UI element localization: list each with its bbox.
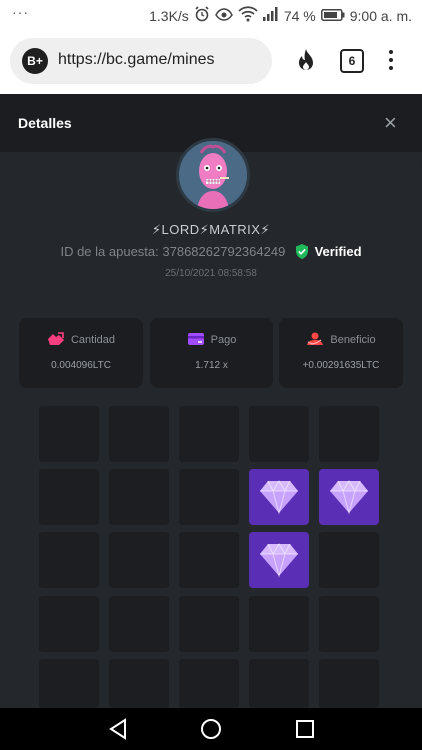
address-bar[interactable]: B+ https://bc.game/mines: [10, 38, 272, 84]
mine-tile: [109, 532, 169, 588]
gem-icon: [260, 543, 298, 578]
mine-tile: [179, 532, 239, 588]
stat-card-cantidad: Cantidad 0.004096LTC: [19, 318, 143, 388]
mine-tile: [39, 469, 99, 525]
avatar: [176, 138, 250, 212]
stat-value: +0.00291635LTC: [302, 360, 380, 371]
bet-datetime: 25/10/2021 08:58:58: [165, 268, 257, 279]
mine-tile: [179, 596, 239, 652]
verified-shield-icon: [295, 244, 309, 262]
gem-icon: [260, 480, 298, 515]
stat-card-pago: Pago 1.712 x: [150, 318, 273, 388]
mine-tile: [109, 406, 169, 462]
stat-head-beneficio: Beneficio: [279, 332, 403, 346]
notification-dots: ···: [12, 4, 29, 20]
gem-tile: [319, 469, 379, 525]
mine-tile: [319, 596, 379, 652]
status-bar: ··· 1.3K/s 74 % 9:00 a. m.: [0, 0, 422, 30]
stat-label: Cantidad: [70, 334, 116, 346]
more-menu-icon[interactable]: [388, 50, 394, 74]
mine-tile: [179, 469, 239, 525]
profit-icon: [307, 332, 324, 345]
signal-icon: [262, 7, 279, 24]
gem-icon: [330, 480, 368, 515]
mine-tile: [109, 659, 169, 708]
status-icons: 1.3K/s 74 % 9:00 a. m.: [149, 6, 412, 25]
mine-tile: [179, 659, 239, 708]
gem-tile: [249, 532, 309, 588]
mine-tile: [39, 659, 99, 708]
eye-icon: [214, 7, 233, 24]
alarm-icon: [194, 6, 210, 25]
site-logo-icon: B+: [22, 48, 48, 74]
stat-head-pago: Pago: [150, 332, 273, 346]
tab-count-button[interactable]: 6: [340, 49, 364, 73]
mine-tile: [319, 532, 379, 588]
android-nav-bar: [0, 708, 422, 750]
stat-value: 1.712 x: [195, 360, 228, 371]
network-speed: 1.3K/s: [149, 7, 189, 24]
mine-tile: [109, 469, 169, 525]
mine-tile: [39, 596, 99, 652]
back-icon[interactable]: [108, 718, 128, 740]
home-icon[interactable]: [200, 718, 222, 740]
mine-tile: [319, 659, 379, 708]
bet-id-label: ID de la apuesta:: [60, 244, 159, 259]
dialog-title: Detalles: [18, 115, 72, 131]
stat-card-beneficio: Beneficio +0.00291635LTC: [279, 318, 403, 388]
close-icon[interactable]: ×: [384, 112, 397, 134]
verified-label: Verified: [314, 244, 362, 259]
fire-icon[interactable]: [294, 48, 318, 79]
browser-toolbar: B+ https://bc.game/mines 6: [0, 30, 422, 94]
stat-head-cantidad: Cantidad: [19, 332, 143, 346]
url-text[interactable]: https://bc.game/mines: [58, 51, 215, 69]
bet-id-value: 37868262792364249: [162, 244, 286, 259]
battery-percent: 74 %: [283, 7, 316, 24]
gem-tile: [249, 469, 309, 525]
mine-tile: [319, 406, 379, 462]
mine-tile: [39, 406, 99, 462]
mine-tile: [179, 406, 239, 462]
clock: 9:00 a. m.: [349, 7, 412, 24]
stat-value: 0.004096LTC: [51, 360, 111, 371]
bet-id-line: ID de la apuesta: 37868262792364249 Veri…: [0, 244, 422, 262]
card-icon: [187, 333, 204, 345]
wifi-icon: [238, 6, 258, 25]
mine-tile: [249, 596, 309, 652]
mine-tile: [249, 406, 309, 462]
stat-label: Pago: [210, 334, 237, 346]
mine-tile: [109, 596, 169, 652]
recents-icon[interactable]: [295, 719, 315, 739]
username: ⚡LORD⚡MATRIX⚡: [151, 222, 271, 237]
mine-tile: [39, 532, 99, 588]
wallet-send-icon: [47, 332, 64, 345]
battery-icon: [320, 8, 345, 24]
stat-label: Beneficio: [330, 334, 376, 346]
mine-tile: [249, 659, 309, 708]
